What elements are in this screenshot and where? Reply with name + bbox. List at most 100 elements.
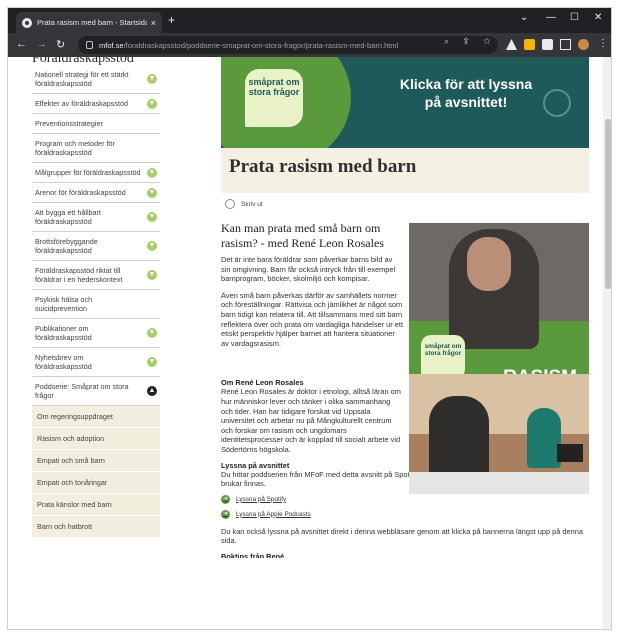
puzzle-extensions-icon[interactable]: [542, 39, 553, 50]
print-icon: [225, 199, 235, 209]
sidebar-subitem[interactable]: Om regeringsuppdraget: [32, 406, 160, 428]
main-content: småprat om stora frågor Klicka för att l…: [221, 57, 589, 558]
browser-tab[interactable]: Prata rasism med barn - Startsida ×: [16, 12, 162, 33]
chevron-down-icon[interactable]: ▼: [147, 270, 157, 280]
photo-laptop: [557, 444, 583, 463]
sidebar-item-label: Psykisk hälsa och suicidprevention: [35, 295, 93, 313]
sidebar-item[interactable]: Preventionsstrategier: [32, 114, 160, 134]
browser-window: Prata rasism med barn - Startsida × + ⌄ …: [7, 7, 612, 630]
sidebar-item[interactable]: Poddserie: Småprat om stora frågor ▲: [32, 377, 160, 406]
banner-cta[interactable]: Klicka för att lyssna på avsnittet!: [391, 75, 541, 111]
sidebar-subitem[interactable]: Barn och hatbrott: [32, 516, 160, 538]
side-panel-icon[interactable]: [560, 39, 571, 50]
sidebar-item[interactable]: Brottsförebyggande föräldraskapsstöd ▼: [32, 232, 160, 261]
sidebar-item[interactable]: Effekter av föräldraskapsstöd ▼: [32, 94, 160, 114]
sidebar-item-label: Preventionsstrategier: [35, 119, 103, 128]
chevron-down-icon[interactable]: ▼: [147, 241, 157, 251]
chevron-down-icon[interactable]: ▼: [147, 167, 157, 178]
image-face: [467, 237, 511, 291]
chevron-down-icon[interactable]: ▼: [147, 187, 157, 198]
article-heading: Kan man prata med små barn om rasism? - …: [221, 221, 384, 250]
sidebar-item[interactable]: Nyhetsbrev om föräldraskapsstöd ▼: [32, 348, 160, 377]
podcast-banner[interactable]: småprat om stora frågor Klicka för att l…: [221, 57, 589, 148]
chevron-down-icon[interactable]: ▼: [147, 74, 157, 84]
book-tips-heading: Boktips från René: [221, 551, 285, 558]
sidebar-item[interactable]: Nationell strategi för ett stärkt föräld…: [32, 65, 160, 94]
page-title: Prata rasism med barn: [229, 156, 417, 177]
sidebar-subitem[interactable]: Prata känslor med barn: [32, 494, 160, 516]
chevron-down-icon[interactable]: ▼: [147, 328, 157, 338]
arrow-right-icon: ➜: [221, 509, 230, 519]
apple-link-label[interactable]: Lyssna på Apple Podcasts: [236, 511, 311, 518]
microphone-icon: [543, 89, 571, 117]
sidebar-subitem[interactable]: Empati och tonåringar: [32, 472, 160, 494]
sidebar-heading: Föräldraskapsstöd: [32, 57, 134, 65]
sidebar-item-label: Poddserie: Småprat om stora frågor: [35, 382, 129, 400]
article-intro: Kan man prata med små barn om rasism? - …: [221, 221, 589, 401]
about-text: René Leon Rosales är doktor i etnologi, …: [221, 387, 401, 454]
sidebar-subitem[interactable]: Empati och små barn: [32, 450, 160, 472]
tab-close-icon[interactable]: ×: [151, 18, 156, 28]
photo-desk: [409, 472, 589, 495]
sidebar-item-label: Program och metoder för föräldraskapsstö…: [35, 139, 115, 157]
sidebar-sublist: Om regeringsuppdraget Rasism och adoption…: [32, 406, 160, 538]
about-section: Om René Leon Rosales René Leon Rosales ä…: [221, 374, 589, 495]
print-label: Skriv ut: [241, 200, 263, 208]
sidebar-item-label: Nationell strategi för ett stärkt föräld…: [35, 70, 129, 88]
article-paragraph-1: Det är inte bara föräldrar som påverkar …: [221, 255, 396, 284]
sidebar-item[interactable]: Program och metoder för föräldraskapsstö…: [32, 134, 160, 163]
article-paragraph-2: Även små barn påverkas därför av samhäll…: [221, 290, 403, 348]
browser-toolbar: ← → ↻ mfof.se/foraldraskapsstod/poddseri…: [8, 33, 611, 57]
spotify-link[interactable]: ➜ Lyssna på Spotify: [221, 494, 589, 504]
sidebar-item-label: Att bygga ett hållbart föräldraskapsstöd: [35, 208, 101, 226]
sidebar-item-label: Brottsförebyggande föräldraskapsstöd: [35, 237, 98, 255]
new-tab-button[interactable]: +: [168, 13, 175, 27]
lock-icon: [86, 41, 93, 49]
listen-more-text: Du kan också lyssna på avsnittet direkt …: [221, 526, 583, 546]
sidebar-item-label: Publikationer om föräldraskapsstöd: [35, 324, 92, 342]
page-scrollbar[interactable]: [603, 57, 611, 629]
chevron-up-icon[interactable]: ▲: [147, 386, 157, 396]
back-arrow-icon[interactable]: ←: [16, 38, 27, 50]
scrollbar-thumb[interactable]: [605, 119, 611, 289]
sidebar-item[interactable]: Att bygga ett hållbart föräldraskapsstöd…: [32, 203, 160, 232]
chevron-down-icon[interactable]: ▼: [147, 98, 157, 109]
site-favicon-icon: [22, 17, 32, 28]
sidebar-list: Nationell strategi för ett stärkt föräld…: [32, 65, 160, 406]
sidebar-item-label: Målgrupper för föräldraskapsstöd: [35, 168, 141, 177]
image-podcast-logo: småprat om stora frågor: [421, 335, 465, 379]
close-window-button[interactable]: ✕: [594, 12, 602, 23]
sidebar-subitem[interactable]: Rasism och adoption: [32, 428, 160, 450]
sidebar-item[interactable]: Publikationer om föräldraskapsstöd ▼: [32, 319, 160, 348]
reload-icon[interactable]: ↻: [56, 38, 65, 51]
tab-search-icon[interactable]: ⌄: [520, 12, 528, 23]
sidebar-item[interactable]: Föräldraskapsstöd riktat till föräldrar …: [32, 261, 160, 290]
forward-arrow-icon[interactable]: →: [36, 38, 47, 50]
sidebar-item-label: Arenor för föräldraskapsstöd: [35, 188, 126, 197]
podcast-logo: småprat om stora frågor: [245, 69, 303, 127]
arrow-right-icon: ➜: [221, 494, 230, 504]
sidebar-item-label: Effekter av föräldraskapsstöd: [35, 99, 128, 108]
tab-title: Prata rasism med barn - Startsida: [37, 18, 147, 27]
minimize-button[interactable]: —: [546, 12, 556, 23]
sidebar-item[interactable]: Målgrupper för föräldraskapsstöd ▼: [32, 163, 160, 183]
chevron-down-icon[interactable]: ▼: [147, 212, 157, 222]
url-path: /foraldraskapsstod/poddserie-smaprat-om-…: [123, 40, 399, 50]
address-bar[interactable]: mfof.se/foraldraskapsstod/poddserie-smap…: [78, 36, 498, 54]
chevron-down-icon[interactable]: ▼: [147, 357, 157, 367]
extension-2-icon[interactable]: [524, 39, 535, 50]
sidebar-item[interactable]: Arenor för föräldraskapsstöd ▼: [32, 183, 160, 203]
profile-avatar[interactable]: [578, 39, 589, 50]
menu-dots-icon[interactable]: ⋮: [598, 38, 608, 49]
page-viewport: Föräldraskapsstöd Nationell strategi för…: [8, 57, 611, 629]
sidebar-item[interactable]: Psykisk hälsa och suicidprevention: [32, 290, 160, 319]
apple-podcasts-link[interactable]: ➜ Lyssna på Apple Podcasts: [221, 509, 589, 519]
print-button[interactable]: Skriv ut: [221, 199, 589, 209]
studio-photo: [409, 374, 589, 495]
sidebar-item-label: Föräldraskapsstöd riktat till föräldrar …: [35, 266, 123, 284]
page-title-box: Prata rasism med barn: [221, 148, 589, 193]
url-host: mfof.se: [99, 40, 124, 50]
spotify-link-label[interactable]: Lyssna på Spotify: [236, 496, 286, 503]
maximize-button[interactable]: ☐: [570, 12, 579, 23]
url-text: mfof.se/foraldraskapsstod/poddserie-smap…: [99, 41, 398, 50]
